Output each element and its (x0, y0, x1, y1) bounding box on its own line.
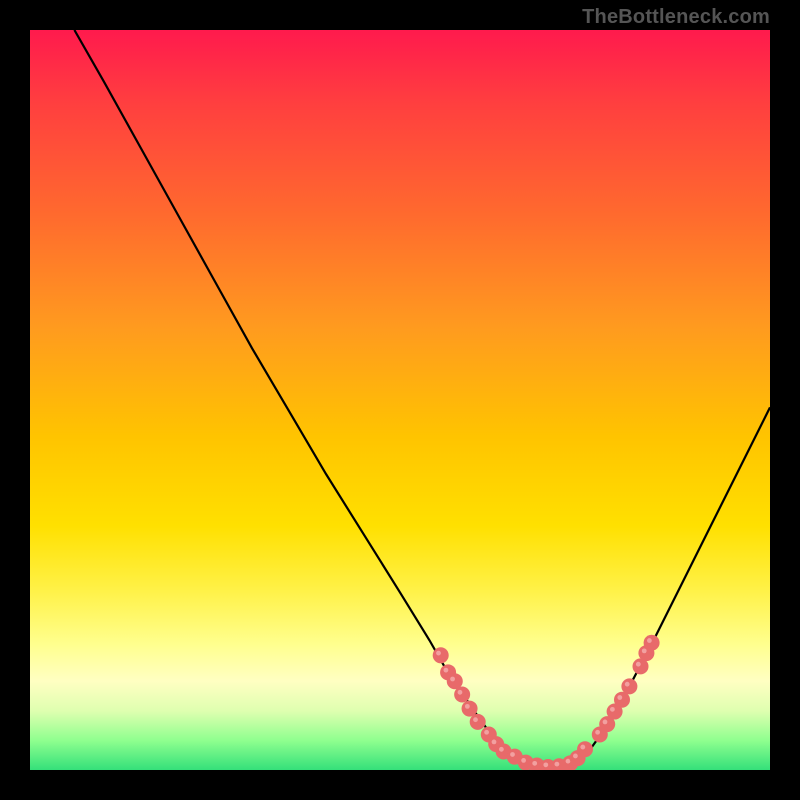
data-point (621, 678, 637, 694)
data-point (577, 741, 593, 757)
data-points-group (433, 635, 660, 770)
chart-svg (30, 30, 770, 770)
data-point-highlight (610, 707, 615, 712)
data-point-highlight (484, 730, 489, 735)
data-point-highlight (450, 677, 455, 682)
data-point-highlight (555, 762, 560, 767)
data-point (433, 647, 449, 663)
chart-container: TheBottleneck.com (0, 0, 800, 800)
data-point (644, 635, 660, 651)
data-point-highlight (473, 717, 478, 722)
data-point-highlight (617, 695, 622, 700)
data-point-highlight (642, 648, 647, 653)
plot-area (30, 30, 770, 770)
data-point-highlight (603, 720, 608, 725)
data-point-highlight (492, 740, 497, 745)
data-point-highlight (465, 704, 470, 709)
data-point-highlight (636, 662, 641, 667)
data-point-highlight (436, 651, 441, 656)
data-point-highlight (543, 762, 548, 767)
data-point-highlight (573, 754, 578, 759)
data-point (454, 687, 470, 703)
data-point-highlight (566, 759, 571, 764)
data-point-highlight (532, 761, 537, 766)
data-point-highlight (521, 758, 526, 763)
data-point-highlight (510, 752, 515, 757)
data-point-highlight (595, 730, 600, 735)
data-point-highlight (458, 690, 463, 695)
data-point (462, 701, 478, 717)
watermark-text: TheBottleneck.com (582, 6, 770, 29)
data-point (470, 714, 486, 730)
data-point-highlight (625, 682, 630, 687)
data-point-highlight (647, 638, 652, 643)
data-point-highlight (499, 747, 504, 752)
data-point-highlight (444, 668, 449, 673)
curve-line (74, 30, 770, 767)
data-point-highlight (580, 745, 585, 750)
